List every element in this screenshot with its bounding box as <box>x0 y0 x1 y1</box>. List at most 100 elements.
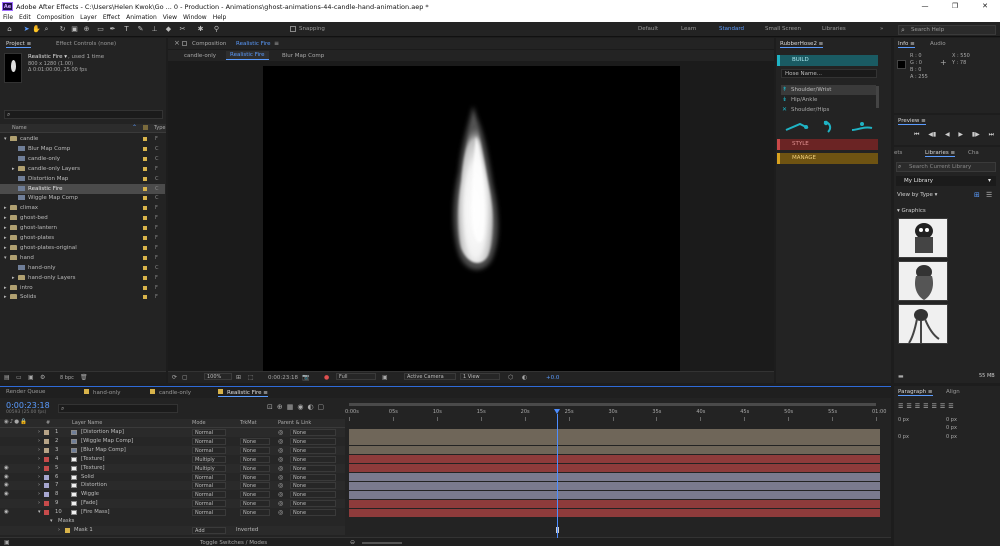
type-tool-icon[interactable]: T <box>122 25 131 34</box>
lock-icon[interactable] <box>182 41 187 46</box>
visibility-eye-icon[interactable]: ◉ <box>4 490 9 499</box>
label-color-swatch[interactable] <box>143 146 147 151</box>
hose-preset-3-icon[interactable] <box>851 126 873 131</box>
indent-left-field[interactable]: 0 px <box>898 417 909 423</box>
label-color-swatch[interactable] <box>143 186 147 191</box>
hand-tool-icon[interactable]: ✋ <box>32 25 41 34</box>
rotate-tool-icon[interactable]: ↻ <box>58 25 67 34</box>
trkmat-dropdown[interactable]: None <box>240 509 270 517</box>
twirl-icon[interactable]: › <box>38 446 40 455</box>
label-color-swatch[interactable] <box>44 456 49 462</box>
layer-duration-bar[interactable] <box>349 464 880 473</box>
zoom-dropdown[interactable]: 100% <box>204 373 232 380</box>
label-color-swatch[interactable] <box>143 245 147 250</box>
grid-icon[interactable]: ⊞ <box>236 374 241 381</box>
space-before-field[interactable]: 0 px <box>898 434 909 440</box>
layer-name[interactable]: [Texture] <box>81 455 105 464</box>
zoom-tool-icon[interactable]: ⌕ <box>42 25 51 34</box>
graphic-thumbnail-1[interactable] <box>898 218 948 258</box>
menu-item-edit[interactable]: Edit <box>16 14 34 21</box>
region-of-interest-icon[interactable]: ▢ <box>182 374 188 381</box>
label-color-swatch[interactable] <box>44 483 49 489</box>
label-color-swatch[interactable] <box>143 255 147 260</box>
first-frame-button[interactable]: ⏮ <box>914 131 919 141</box>
layer-name[interactable]: [Fire Mass] <box>81 508 110 517</box>
tab-effects[interactable]: ets <box>894 150 902 156</box>
layer-name[interactable]: [Wiggle Map Comp] <box>81 437 133 446</box>
menu-item-file[interactable]: File <box>0 14 16 21</box>
pick-whip-icon[interactable]: ◎ <box>278 446 283 455</box>
sort-icon[interactable]: ⌃ <box>132 124 137 131</box>
trkmat-dropdown[interactable]: None <box>240 491 270 499</box>
label-color-swatch[interactable] <box>44 501 49 507</box>
visibility-eye-icon[interactable]: ◉ <box>4 508 9 517</box>
mask-name[interactable]: Mask 1 <box>74 526 93 535</box>
column-mode[interactable]: Mode <box>192 420 206 426</box>
label-color-swatch[interactable] <box>143 137 147 141</box>
parent-dropdown[interactable]: None <box>290 482 336 490</box>
library-dropdown[interactable]: My Library <box>896 176 996 186</box>
workspace-default[interactable]: Default <box>638 26 658 32</box>
label-color-swatch[interactable] <box>143 176 147 181</box>
layer-mode-dropdown[interactable]: Normal <box>192 437 226 445</box>
label-color-swatch[interactable] <box>143 196 147 201</box>
pick-whip-icon[interactable]: ◎ <box>278 437 283 446</box>
maximize-button[interactable]: ❐ <box>940 0 970 13</box>
tab-character[interactable]: Cha <box>968 150 979 156</box>
twirl-icon[interactable]: › <box>58 526 60 535</box>
view-by-type-dropdown[interactable]: View by Type ▾ <box>897 192 937 198</box>
pick-whip-icon[interactable]: ◎ <box>278 481 283 490</box>
project-item[interactable]: ▸ Solids F <box>0 292 165 302</box>
selection-tool-icon[interactable]: ➤ <box>22 25 31 34</box>
label-color-swatch[interactable] <box>143 265 147 270</box>
layer-duration-bar[interactable] <box>349 499 880 508</box>
column-parent[interactable]: Parent & Link <box>278 420 311 426</box>
library-search-input[interactable]: Search Current Library <box>896 162 996 172</box>
exposure-value[interactable]: +0.0 <box>546 375 559 381</box>
tab-libraries[interactable]: Libraries ≡ <box>925 150 956 157</box>
mask-mode-dropdown[interactable]: Add <box>192 526 226 534</box>
layer-duration-bar[interactable] <box>349 490 880 499</box>
list-view-icon[interactable]: ☰ <box>986 191 992 199</box>
project-item[interactable]: ▸ intro F <box>0 283 165 293</box>
trkmat-dropdown[interactable]: None <box>240 482 270 490</box>
layer-mode-dropdown[interactable]: Normal <box>192 482 226 490</box>
rectangle-tool-icon[interactable]: ▭ <box>96 25 105 34</box>
zoom-slider[interactable] <box>362 542 402 544</box>
twirl-icon[interactable]: › <box>38 428 40 437</box>
trkmat-dropdown[interactable]: None <box>240 464 270 472</box>
layer-duration-bar[interactable] <box>349 508 880 517</box>
space-after-field[interactable]: 0 px <box>946 434 957 440</box>
composition-tab-prefix[interactable]: Composition <box>192 41 226 47</box>
layer-duration-bar[interactable] <box>349 455 880 464</box>
breadcrumb-realistic-fire[interactable]: Realistic Fire <box>226 51 269 60</box>
project-item[interactable]: ▾ candle F <box>0 134 165 144</box>
tab-preview[interactable]: Preview ≡ <box>898 118 926 125</box>
project-item[interactable]: Distortion Map C <box>0 174 165 184</box>
column-layer-name[interactable]: Layer Name <box>72 420 102 426</box>
layer-row[interactable]: › 9 [Fade] Normal None ◎ None <box>0 499 345 509</box>
timeline-tab-render-queue[interactable]: Render Queue <box>6 389 45 395</box>
bpc-label[interactable]: 8 bpc <box>60 375 74 381</box>
zoom-out-icon[interactable]: ⊖ <box>350 539 355 546</box>
twirl-icon[interactable]: ▾ <box>50 517 53 526</box>
mask-visibility-icon[interactable]: ⬚ <box>248 374 254 381</box>
snapshot-icon[interactable]: 📷 <box>302 374 309 381</box>
project-item[interactable]: hand-only C <box>0 263 165 273</box>
pick-whip-icon[interactable]: ◎ <box>278 455 283 464</box>
label-color-swatch[interactable] <box>143 206 147 211</box>
layer-name[interactable]: [Blur Map Comp] <box>81 446 126 455</box>
resolution-dropdown[interactable]: Full <box>336 373 376 380</box>
project-item[interactable]: ▸ ghost-plates-original F <box>0 243 165 253</box>
timeline-switches[interactable]: ⊡⊕▦◉◐▢ <box>267 403 328 411</box>
pen-tool-icon[interactable]: ✒ <box>108 25 117 34</box>
menu-item-window[interactable]: Window <box>180 14 210 21</box>
pick-whip-icon[interactable]: ◎ <box>278 499 283 508</box>
layer-name[interactable]: [Fade] <box>81 499 98 508</box>
workspace-more-button[interactable]: » <box>880 26 883 32</box>
menu-item-animation[interactable]: Animation <box>123 14 160 21</box>
hose-presets[interactable] <box>782 118 878 134</box>
puppet-tool-icon[interactable]: ✱ <box>196 25 205 34</box>
pick-whip-icon[interactable]: ◎ <box>278 464 283 473</box>
menu-item-help[interactable]: Help <box>210 14 230 21</box>
